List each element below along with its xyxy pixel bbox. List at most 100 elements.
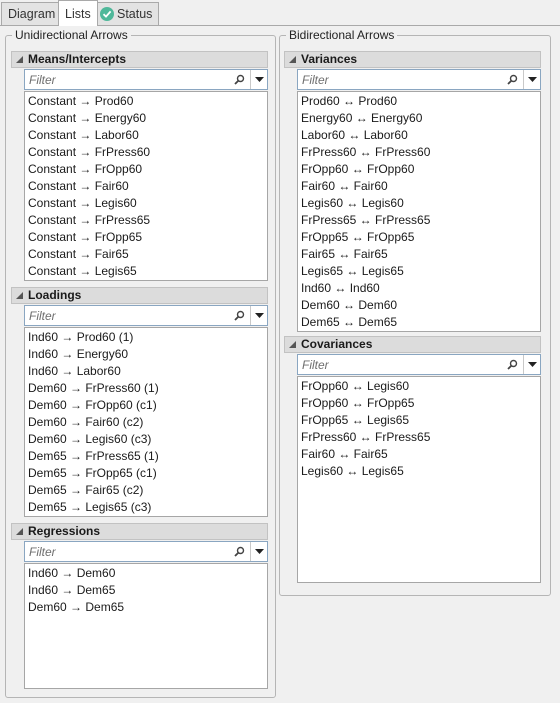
collapse-triangle-icon[interactable] xyxy=(288,55,297,64)
covariances-filter-input[interactable] xyxy=(298,355,504,374)
list-item[interactable]: FrPress65 ↔ FrPress65 xyxy=(301,212,540,229)
filter-dropdown-button[interactable] xyxy=(523,70,540,89)
tab-label: Lists xyxy=(65,6,91,21)
variances-header[interactable]: Variances xyxy=(284,51,541,68)
list-item[interactable]: FrOpp60 ↔ Legis60 xyxy=(301,378,540,395)
dropdown-arrow-icon xyxy=(254,549,264,554)
list-item[interactable]: Prod60 ↔ Prod60 xyxy=(301,93,540,110)
means-filter-input[interactable] xyxy=(25,70,231,89)
list-item[interactable]: Constant → FrOpp60 xyxy=(28,161,267,178)
covariances-list[interactable]: FrOpp60 ↔ Legis60 FrOpp60 ↔ FrOpp65 FrOp… xyxy=(297,376,541,583)
list-item[interactable]: FrOpp60 ↔ FrOpp60 xyxy=(301,161,540,178)
list-item[interactable]: Fair60 ↔ Fair65 xyxy=(301,446,540,463)
panel-title: Means/Intercepts xyxy=(28,52,127,66)
filter-dropdown-button[interactable] xyxy=(250,306,267,325)
list-item[interactable]: Dem60 → FrOpp60 (c1) xyxy=(28,397,267,414)
collapse-triangle-icon[interactable] xyxy=(15,55,24,64)
list-item[interactable]: Ind60 → Energy60 xyxy=(28,346,267,363)
filter-dropdown-button[interactable] xyxy=(250,542,267,561)
filter-dropdown-button[interactable] xyxy=(523,355,540,374)
collapse-triangle-icon[interactable] xyxy=(15,527,24,536)
list-item[interactable]: FrPress60 ↔ FrPress65 xyxy=(301,429,540,446)
list-item[interactable]: Dem65 → FrPress65 (1) xyxy=(28,448,267,465)
dropdown-arrow-icon xyxy=(254,313,264,318)
list-item[interactable]: Dem65 → Legis65 (c3) xyxy=(28,499,267,516)
list-item[interactable]: Dem65 → FrOpp65 (c1) xyxy=(28,465,267,482)
list-item[interactable]: Dem60 → Fair60 (c2) xyxy=(28,414,267,431)
search-icon xyxy=(231,544,247,560)
variances-list[interactable]: Prod60 ↔ Prod60 Energy60 ↔ Energy60 Labo… xyxy=(297,91,541,332)
variances-filter-input[interactable] xyxy=(298,70,504,89)
dropdown-arrow-icon xyxy=(527,362,537,367)
regressions-header[interactable]: Regressions xyxy=(11,523,268,540)
list-item[interactable]: Ind60 → Dem60 xyxy=(28,565,267,582)
dropdown-arrow-icon xyxy=(527,77,537,82)
tab-status[interactable]: Status xyxy=(93,2,160,25)
list-item[interactable]: Dem65 → Fair65 (c2) xyxy=(28,482,267,499)
covariances-filter xyxy=(297,354,541,375)
collapse-triangle-icon[interactable] xyxy=(288,340,297,349)
means-intercepts-header[interactable]: Means/Intercepts xyxy=(11,51,268,68)
list-item[interactable]: Constant → FrOpp65 xyxy=(28,229,267,246)
regressions-filter-input[interactable] xyxy=(25,542,231,561)
list-item[interactable]: Dem60 → Dem65 xyxy=(28,599,267,616)
list-item[interactable]: Constant → Fair65 xyxy=(28,246,267,263)
list-item[interactable]: Constant → FrPress65 xyxy=(28,212,267,229)
list-item[interactable]: FrOpp60 ↔ FrOpp65 xyxy=(301,395,540,412)
list-item[interactable]: FrOpp65 ↔ FrOpp65 xyxy=(301,229,540,246)
panel-title: Covariances xyxy=(301,337,373,351)
list-item[interactable]: Ind60 → Labor60 xyxy=(28,363,267,380)
loadings-list[interactable]: Ind60 → Prod60 (1) Ind60 → Energy60 Ind6… xyxy=(24,327,268,517)
list-item[interactable]: FrOpp65 ↔ Legis65 xyxy=(301,412,540,429)
search-icon xyxy=(231,72,247,88)
regressions-list[interactable]: Ind60 → Dem60 Ind60 → Dem65 Dem60 → Dem6… xyxy=(24,563,268,689)
panel-title: Regressions xyxy=(28,524,101,538)
variances-filter xyxy=(297,69,541,90)
tab-label: Diagram xyxy=(8,7,56,21)
list-item[interactable]: Constant → Prod60 xyxy=(28,93,267,110)
list-item[interactable]: Dem60 ↔ Dem60 xyxy=(301,297,540,314)
loadings-filter-input[interactable] xyxy=(25,306,231,325)
list-item[interactable]: Constant → Labor60 xyxy=(28,127,267,144)
collapse-triangle-icon[interactable] xyxy=(15,291,24,300)
list-item[interactable]: Constant → Energy60 xyxy=(28,110,267,127)
tab-label: Status xyxy=(117,7,153,21)
check-circle-icon xyxy=(100,7,114,21)
tab-bar: Diagram Lists Status xyxy=(0,0,560,26)
filter-dropdown-button[interactable] xyxy=(250,70,267,89)
list-item[interactable]: Constant → Legis65 xyxy=(28,263,267,280)
list-item[interactable]: Dem60 → Legis60 (c3) xyxy=(28,431,267,448)
tab-diagram[interactable]: Diagram xyxy=(1,2,63,25)
list-item[interactable]: Ind60 ↔ Ind60 xyxy=(301,280,540,297)
search-icon xyxy=(504,357,520,373)
list-item[interactable]: FrPress60 ↔ FrPress60 xyxy=(301,144,540,161)
regressions-filter xyxy=(24,541,268,562)
list-item[interactable]: Legis65 ↔ Legis65 xyxy=(301,263,540,280)
loadings-filter xyxy=(24,305,268,326)
panel-title: Variances xyxy=(301,52,358,66)
tab-lists[interactable]: Lists xyxy=(58,0,98,26)
search-icon xyxy=(231,308,247,324)
dropdown-arrow-icon xyxy=(254,77,264,82)
list-item[interactable]: Energy60 ↔ Energy60 xyxy=(301,110,540,127)
covariances-header[interactable]: Covariances xyxy=(284,336,541,353)
list-item[interactable]: Legis60 ↔ Legis65 xyxy=(301,463,540,480)
list-item[interactable]: Legis60 ↔ Legis60 xyxy=(301,195,540,212)
panel-title: Loadings xyxy=(28,288,82,302)
list-item[interactable]: Dem65 ↔ Dem65 xyxy=(301,314,540,331)
group-legend: Unidirectional Arrows xyxy=(12,28,131,42)
list-item[interactable]: Dem60 → FrPress60 (1) xyxy=(28,380,267,397)
list-item[interactable]: Labor60 ↔ Labor60 xyxy=(301,127,540,144)
search-icon xyxy=(504,72,520,88)
list-item[interactable]: Ind60 → Prod60 (1) xyxy=(28,329,267,346)
list-item[interactable]: Ind60 → Dem65 xyxy=(28,582,267,599)
list-item[interactable]: Fair65 ↔ Fair65 xyxy=(301,246,540,263)
list-item[interactable]: Constant → Legis60 xyxy=(28,195,267,212)
list-item[interactable]: Constant → Fair60 xyxy=(28,178,267,195)
means-intercepts-list[interactable]: Constant → Prod60 Constant → Energy60 Co… xyxy=(24,91,268,281)
means-filter xyxy=(24,69,268,90)
group-legend: Bidirectional Arrows xyxy=(286,28,398,42)
list-item[interactable]: Fair60 ↔ Fair60 xyxy=(301,178,540,195)
list-item[interactable]: Constant → FrPress60 xyxy=(28,144,267,161)
loadings-header[interactable]: Loadings xyxy=(11,287,268,304)
